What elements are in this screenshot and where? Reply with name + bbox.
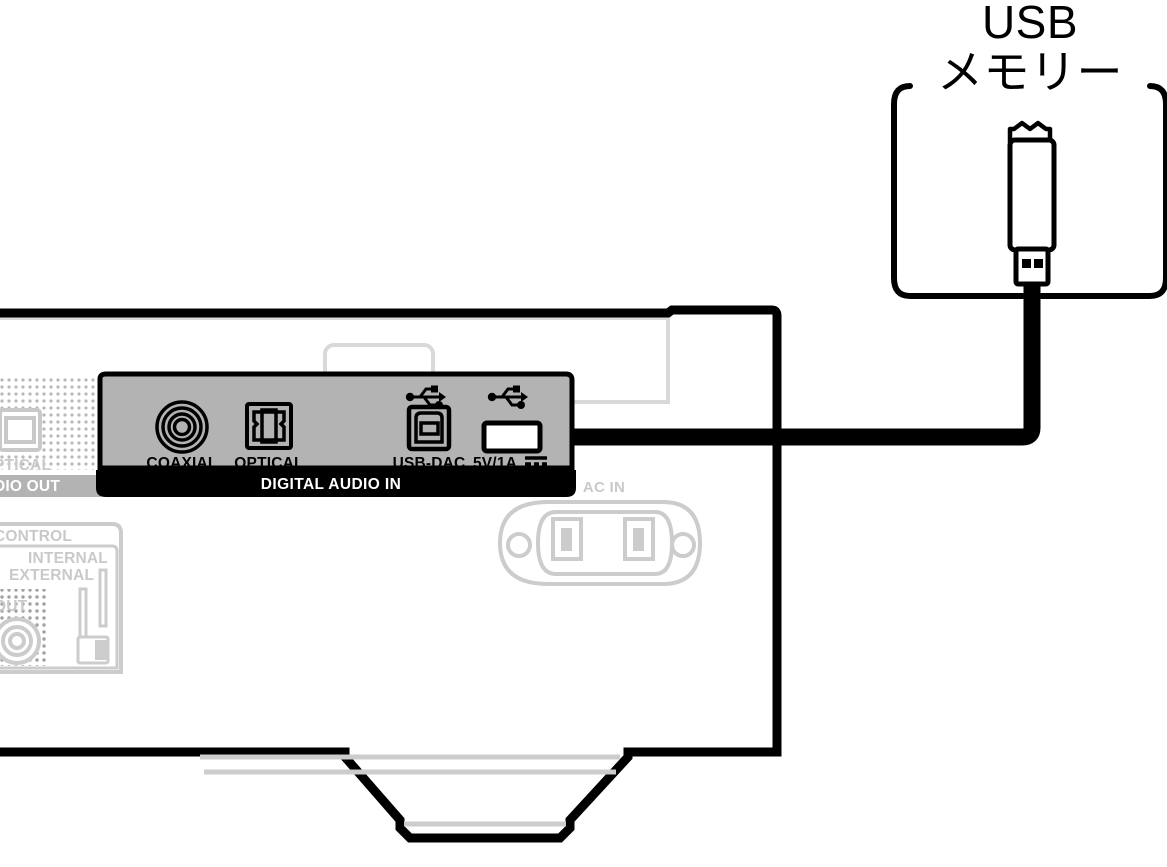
ac-in-label: AC IN <box>583 479 625 496</box>
usb-title-line1: USB <box>982 0 1078 48</box>
control-panel-title: CONTROL <box>0 528 72 545</box>
usb-title-line2: メモリー <box>937 46 1123 98</box>
control-external-label: EXTERNAL <box>9 567 94 584</box>
audio-out-optical-label: PTICAL <box>0 457 51 474</box>
port-optical-label: OPTICAL <box>234 455 303 472</box>
control-panel: CONTROL INTERNAL EXTERNAL OUT <box>0 522 123 674</box>
port-usb-a-label: 5V/1A <box>473 455 517 472</box>
control-internal-label: INTERNAL <box>28 550 108 567</box>
port-usb-dac-label: USB-DAC <box>393 455 466 472</box>
control-out-label: OUT <box>0 598 28 615</box>
audio-out-band-label: DIO OUT <box>0 478 60 495</box>
digital-audio-in-panel: DIGITAL AUDIO IN COAXIAL OPTICAL USB-DAC… <box>96 371 576 497</box>
digital-audio-in-band-label: DIGITAL AUDIO IN <box>261 476 401 493</box>
rca-jack-icon[interactable] <box>0 617 41 665</box>
usb-memory-callout: USB メモリー <box>891 0 1167 299</box>
usb-flash-drive-icon <box>1007 120 1057 287</box>
port-coaxial-label: COAXIAL <box>146 455 217 472</box>
diagram-canvas: USB メモリー TICAL DIO OUT DIGITAL AUDIO IN … <box>0 0 1167 867</box>
audio-out-panel: PTICAL DIO OUT <box>0 377 101 497</box>
